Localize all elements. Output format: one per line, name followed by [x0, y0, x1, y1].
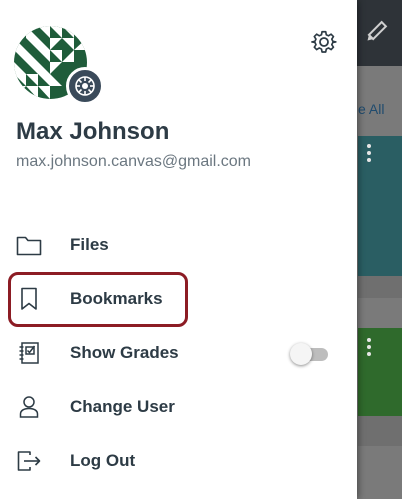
bookmarks-highlight	[8, 272, 188, 327]
settings-button[interactable]	[308, 28, 340, 60]
course-card[interactable]	[358, 136, 402, 276]
user-email: max.johnson.canvas@gmail.com	[16, 153, 252, 170]
logout-icon	[16, 449, 42, 473]
gear-icon	[311, 29, 337, 60]
user-icon	[16, 395, 42, 419]
show-grades-toggle[interactable]	[290, 343, 328, 365]
course-card-footer	[358, 416, 402, 446]
card-menu-icon[interactable]	[367, 338, 371, 359]
course-card[interactable]	[358, 328, 402, 416]
menu-item-log-out[interactable]: Log Out	[0, 434, 357, 488]
user-name: Max Johnson	[16, 118, 170, 145]
grades-icon	[16, 341, 42, 365]
menu-item-files[interactable]: Files	[0, 218, 357, 272]
folder-icon	[16, 233, 42, 257]
course-card-footer	[358, 276, 402, 298]
menu-item-label: Show Grades	[70, 343, 179, 362]
menu-item-label: Log Out	[70, 451, 136, 470]
menu-item-change-user[interactable]: Change User	[0, 380, 357, 434]
card-menu-icon[interactable]	[367, 144, 371, 165]
edit-icon[interactable]	[362, 18, 390, 46]
menu-item-label: Files	[70, 235, 109, 254]
navigation-drawer: Max Johnson max.johnson.canvas@gmail.com…	[0, 0, 357, 499]
toggle-knob	[290, 343, 312, 365]
menu-item-label: Change User	[70, 397, 175, 416]
avatar-badge-icon	[66, 67, 104, 105]
see-all-link[interactable]: e All	[358, 101, 384, 117]
